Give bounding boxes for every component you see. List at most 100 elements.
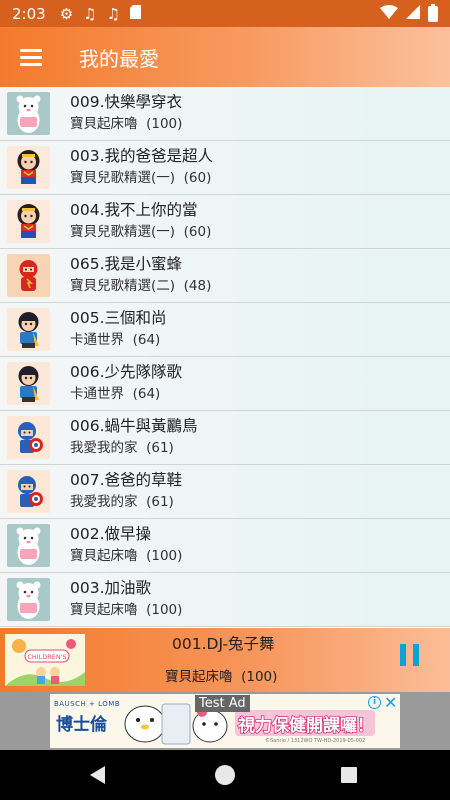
now-playing-album: 寶貝起床嚕 (100) xyxy=(165,665,277,685)
song-count: (100) xyxy=(146,548,183,564)
album-art-text: CHILDREN'S xyxy=(27,653,66,661)
song-title: 004.我不上你的當 xyxy=(70,201,198,219)
song-text: 009.快樂學穿衣 寶貝起床嚕 (100) xyxy=(70,92,182,133)
song-album: 我愛我的家 xyxy=(70,494,138,510)
song-text: 002.做早操 寶貝起床嚕 (100) xyxy=(70,524,182,565)
song-title: 009.快樂學穿衣 xyxy=(70,93,183,111)
song-count: (60) xyxy=(183,170,212,186)
sd-card-icon xyxy=(130,4,142,23)
song-album: 寶貝兒歌精選(一) xyxy=(70,170,176,186)
song-count: (100) xyxy=(146,116,183,132)
song-subtitle: 卡通世界 (64) xyxy=(70,385,182,403)
song-subtitle: 寶貝兒歌精選(一) (60) xyxy=(70,223,211,241)
ad-brand-chinese: 博士倫 xyxy=(56,715,107,735)
hamburger-menu-icon[interactable] xyxy=(20,48,42,66)
song-text: 065.我是小蜜蜂寶貝兒歌精選(二) (48) xyxy=(70,254,211,295)
music-note-icon: ♫ xyxy=(83,4,97,23)
song-text: 006.少先隊隊歌 卡通世界 (64) xyxy=(70,362,182,403)
song-album: 卡通世界 xyxy=(70,332,124,348)
song-title: 003.加油歌 xyxy=(70,579,152,597)
song-count: (100) xyxy=(146,602,183,618)
recent-apps-icon[interactable] xyxy=(341,767,357,783)
song-list-item[interactable]: 002.做早操 寶貝起床嚕 (100) xyxy=(0,519,450,573)
song-album: 我愛我的家 xyxy=(70,440,138,456)
song-subtitle: 寶貝起床嚕 (100) xyxy=(70,547,182,565)
song-list-item[interactable]: 007.爸爸的草鞋 我愛我的家 (61) xyxy=(0,465,450,519)
song-text: 005.三個和尚 卡通世界 (64) xyxy=(70,308,167,349)
song-list-item[interactable]: 009.快樂學穿衣 寶貝起床嚕 (100) xyxy=(0,87,450,141)
song-thumbnail-icon xyxy=(7,146,50,189)
song-list-item[interactable]: 006.蝸牛與黃鸝鳥 我愛我的家 (61) xyxy=(0,411,450,465)
song-subtitle: 寶貝兒歌精選(一) (60) xyxy=(70,169,213,187)
ad-container: BAUSCH + LOMB 博士倫 Test Ad 視力保健開課囉！ ©Sanr… xyxy=(0,692,450,750)
close-icon[interactable]: ✕ xyxy=(384,694,397,712)
song-album: 寶貝起床嚕 xyxy=(70,548,138,564)
test-ad-label: Test Ad xyxy=(195,695,250,712)
song-list-item[interactable]: 003.我的爸爸是超人 寶貝兒歌精選(一) (60) xyxy=(0,141,450,195)
ad-banner[interactable]: BAUSCH + LOMB 博士倫 Test Ad 視力保健開課囉！ ©Sanr… xyxy=(50,694,400,748)
music-note-icon: ♫ xyxy=(106,4,121,23)
song-thumbnail-icon xyxy=(7,578,50,621)
song-album: 寶貝起床嚕 xyxy=(70,116,138,132)
song-title: 005.三個和尚 xyxy=(70,309,167,327)
song-thumbnail-icon xyxy=(7,470,50,513)
song-subtitle: 我愛我的家 (61) xyxy=(70,439,198,457)
song-album: 卡通世界 xyxy=(70,386,124,402)
home-icon[interactable] xyxy=(215,765,235,785)
song-text: 006.蝸牛與黃鸝鳥 我愛我的家 (61) xyxy=(70,416,198,457)
ad-slogan: 視力保健開課囉！ xyxy=(237,715,375,737)
song-count: (61) xyxy=(146,494,174,510)
song-subtitle: 寶貝起床嚕 (100) xyxy=(70,115,182,133)
song-thumbnail-icon xyxy=(7,92,50,135)
song-list-item[interactable]: 006.少先隊隊歌 卡通世界 (64) xyxy=(0,357,450,411)
song-thumbnail-icon xyxy=(7,308,50,351)
song-text: 003.我的爸爸是超人 寶貝兒歌精選(一) (60) xyxy=(70,146,213,187)
song-title: 065.我是小蜜蜂 xyxy=(70,255,183,273)
song-thumbnail-icon xyxy=(7,416,50,459)
album-art: CHILDREN'S xyxy=(5,634,85,686)
song-thumbnail-icon xyxy=(7,362,50,405)
ad-fine-print: ©Sanrio / 1312WO TW-HD-2019-05-002 xyxy=(265,738,366,744)
now-playing-album-name: 寶貝起床嚕 xyxy=(165,669,233,685)
song-thumbnail-icon xyxy=(7,254,50,297)
status-bar: 2:03 ⚙ ♫ ♫ xyxy=(0,0,450,27)
pause-icon[interactable] xyxy=(400,644,422,670)
song-subtitle: 寶貝起床嚕 (100) xyxy=(70,601,182,619)
info-icon[interactable]: i xyxy=(368,696,381,709)
wifi-icon xyxy=(380,4,398,23)
song-count: (64) xyxy=(132,386,161,402)
song-text: 003.加油歌寶貝起床嚕 (100) xyxy=(70,578,182,619)
song-text: 004.我不上你的當 寶貝兒歌精選(一) (60) xyxy=(70,200,211,241)
song-list-item[interactable]: 065.我是小蜜蜂寶貝兒歌精選(二) (48) xyxy=(0,249,450,303)
song-title: 006.蝸牛與黃鸝鳥 xyxy=(70,417,198,435)
battery-icon xyxy=(428,3,438,22)
song-list-item[interactable]: 004.我不上你的當 寶貝兒歌精選(一) (60) xyxy=(0,195,450,249)
signal-icon xyxy=(406,4,420,23)
song-title: 007.爸爸的草鞋 xyxy=(70,471,183,489)
song-list-item[interactable]: 003.加油歌寶貝起床嚕 (100) xyxy=(0,573,450,627)
song-count: (61) xyxy=(146,440,174,456)
now-playing-bar[interactable]: CHILDREN'S 001.DJ-兔子舞 寶貝起床嚕 (100) xyxy=(0,628,450,692)
song-text: 007.爸爸的草鞋 我愛我的家 (61) xyxy=(70,470,182,511)
status-time: 2:03 xyxy=(12,4,46,23)
song-title: 006.少先隊隊歌 xyxy=(70,363,183,381)
song-subtitle: 卡通世界 (64) xyxy=(70,331,167,349)
settings-gear-icon: ⚙ xyxy=(59,4,74,23)
song-subtitle: 我愛我的家 (61) xyxy=(70,493,182,511)
song-album: 寶貝兒歌精選(一) xyxy=(70,224,176,240)
song-title: 002.做早操 xyxy=(70,525,152,543)
song-list-item[interactable]: 005.三個和尚 卡通世界 (64) xyxy=(0,303,450,357)
favorites-list[interactable]: 009.快樂學穿衣 寶貝起床嚕 (100) 003.我的爸爸是超人 寶貝兒歌精選(一)… xyxy=(0,87,450,627)
system-nav-bar xyxy=(0,750,450,800)
now-playing-title: 001.DJ-兔子舞 xyxy=(172,635,275,653)
page-title: 我的最愛 xyxy=(79,46,159,71)
song-thumbnail-icon xyxy=(7,200,50,243)
song-album: 寶貝兒歌精選(二) xyxy=(70,278,176,294)
ad-brand-english: BAUSCH + LOMB xyxy=(54,700,121,708)
now-playing-count: (100) xyxy=(241,669,278,685)
back-icon[interactable] xyxy=(90,766,105,784)
song-thumbnail-icon xyxy=(7,524,50,567)
app-bar: 我的最愛 xyxy=(0,27,450,87)
song-subtitle: 寶貝兒歌精選(二) (48) xyxy=(70,277,211,295)
song-count: (64) xyxy=(132,332,161,348)
